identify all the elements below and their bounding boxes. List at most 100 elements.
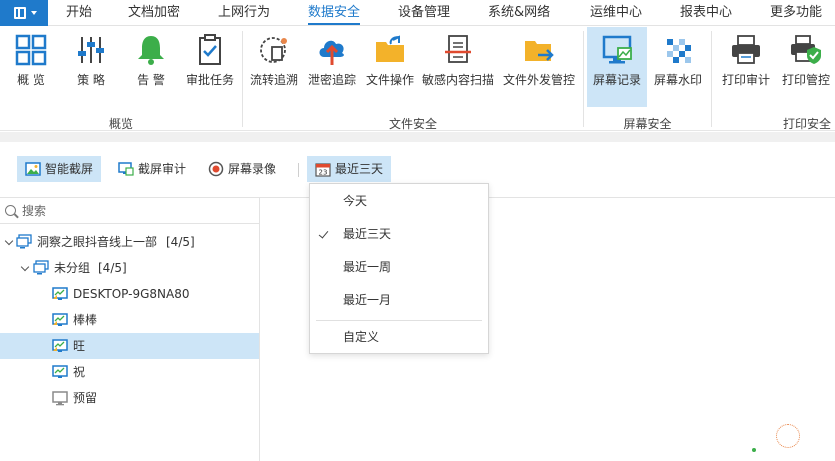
tree-node-group[interactable]: 未分组 [4/5] (0, 255, 259, 281)
picture-icon (25, 162, 41, 176)
overview-group-label: 概览 (108, 117, 133, 131)
tree-node-group-count: [4/5] (98, 261, 127, 275)
menu-tab-system-network[interactable]: 系统&网络 (488, 0, 550, 26)
offline-computer-icon (52, 391, 68, 406)
printer-shield-icon (791, 35, 821, 64)
menu-tab-device-management[interactable]: 设备管理 (398, 0, 450, 26)
online-computer-icon (52, 339, 68, 352)
tree-node-device[interactable]: DESKTOP-9G8NA80 (0, 281, 259, 307)
computer-group-icon (16, 234, 32, 249)
menu-bar: 开始 文档加密 上网行为 数据安全 设备管理 系统&网络 运维中心 报表中心 更… (0, 0, 835, 26)
online-computer-icon (52, 287, 68, 300)
ribbon-divider (711, 31, 712, 127)
chevron-down-icon[interactable] (20, 262, 30, 272)
ribbon-gap (0, 132, 835, 142)
tree-node-device[interactable]: 预留 (0, 385, 259, 411)
menu-tab-web-behavior[interactable]: 上网行为 (218, 0, 270, 26)
status-dot-icon (752, 448, 756, 452)
screen-record-toolbar: 智能截屏 截屏审计 屏幕录像 23 最近三天 (0, 150, 835, 186)
screen-recording-label: 屏幕录像 (228, 162, 277, 176)
tree-node-device-label: DESKTOP-9G8NA80 (73, 287, 190, 301)
date-option-label: 今天 (343, 194, 368, 208)
screen-watermark-tool[interactable]: 屏幕水印 (649, 27, 707, 107)
screen-record-tool-label: 屏幕记录 (592, 73, 641, 87)
date-option-label: 最近一周 (343, 260, 392, 274)
menu-tab-doc-encryption[interactable]: 文档加密 (128, 0, 180, 26)
file-operation-tool-label: 文件操作 (365, 73, 414, 87)
tree-node-root[interactable]: 洞察之眼抖音线上一部 [4/5] (0, 229, 259, 255)
chevron-down-icon[interactable] (4, 236, 14, 246)
caret-down-icon (31, 11, 37, 15)
menu-tab-ops-center[interactable]: 运维中心 (590, 0, 642, 26)
print-audit-tool-label: 打印审计 (721, 73, 770, 87)
approval-task-tool[interactable]: 审批任务 (182, 27, 238, 107)
watermark-icon (667, 39, 691, 63)
menu-tab-start[interactable]: 开始 (66, 0, 92, 26)
leak-trace-tool[interactable]: 泄密追踪 (304, 27, 360, 107)
date-option-last-month[interactable]: 最近一月 (310, 284, 488, 317)
file-operation-tool[interactable]: 文件操作 (362, 27, 418, 107)
menu-tab-report-center[interactable]: 报表中心 (680, 0, 732, 26)
date-range-label: 最近三天 (335, 162, 384, 176)
print-security-group-label: 打印安全 (782, 117, 831, 131)
record-icon (208, 161, 224, 177)
app-menu-icon (14, 7, 26, 19)
tree-node-group-label: 未分组 (54, 261, 91, 275)
date-option-today[interactable]: 今天 (310, 185, 488, 218)
file-outbound-control-tool[interactable]: 文件外发管控 (498, 27, 580, 107)
smart-screenshot-label: 智能截屏 (45, 162, 94, 176)
print-audit-tool[interactable]: 打印审计 (716, 27, 776, 107)
tree-node-root-label: 洞察之眼抖音线上一部 (37, 235, 158, 249)
loading-spinner-icon (776, 424, 800, 448)
date-option-label: 最近三天 (343, 227, 392, 241)
flow-trace-tool[interactable]: 流转追溯 (246, 27, 302, 107)
date-option-label: 最近一月 (343, 293, 392, 307)
tree-node-device-label: 棒棒 (73, 313, 98, 327)
date-option-last-week[interactable]: 最近一周 (310, 251, 488, 284)
tree-node-device[interactable]: 祝 (0, 359, 259, 385)
smart-screenshot-button[interactable]: 智能截屏 (17, 156, 102, 182)
toolbar-divider (298, 163, 299, 177)
alert-tool-label: 告 警 (137, 73, 165, 87)
date-range-button[interactable]: 23 最近三天 (307, 156, 392, 182)
folder-export-icon (525, 41, 554, 61)
sensitive-scan-tool[interactable]: 敏感内容扫描 (420, 27, 496, 107)
screenshot-audit-button[interactable]: 截屏审计 (110, 156, 194, 182)
ribbon-divider (242, 31, 243, 127)
file-security-group-label: 文件安全 (388, 117, 437, 131)
overview-tool-label: 概 览 (17, 73, 45, 87)
print-control-tool[interactable]: 打印管控 (778, 27, 834, 107)
alert-tool[interactable]: 告 警 (124, 27, 178, 107)
app-menu-button[interactable] (0, 0, 48, 26)
tree-node-root-count: [4/5] (166, 235, 195, 249)
online-computer-icon (52, 313, 68, 326)
date-option-custom[interactable]: 自定义 (310, 321, 488, 354)
ribbon: 概 览 策 略 告 警 审批任务 概览 流转追溯 泄密追踪 文件操作 敏感内容扫… (0, 27, 835, 131)
tree-node-device[interactable]: 棒棒 (0, 307, 259, 333)
policy-tool-label: 策 略 (77, 73, 105, 87)
tree-node-device-label: 旺 (73, 339, 86, 353)
printer-icon (732, 35, 760, 64)
screen-recording-button[interactable]: 屏幕录像 (200, 156, 284, 182)
date-range-dropdown: 今天 最近三天 最近一周 最近一月 自定义 (309, 183, 489, 354)
tree-node-device[interactable]: 旺 (0, 333, 259, 359)
tree-search-input[interactable] (22, 202, 247, 220)
sensitive-scan-tool-label: 敏感内容扫描 (421, 73, 494, 87)
screen-watermark-tool-label: 屏幕水印 (653, 73, 702, 87)
computer-group-icon (33, 260, 49, 275)
clipboard-check-icon (199, 34, 221, 65)
policy-tool[interactable]: 策 略 (64, 27, 118, 107)
approval-task-tool-label: 审批任务 (185, 73, 234, 87)
tree-search (0, 198, 259, 224)
ribbon-divider (583, 31, 584, 127)
checkmark-icon (318, 228, 329, 239)
menu-tab-data-security[interactable]: 数据安全 (308, 0, 361, 26)
date-option-label: 自定义 (343, 330, 380, 344)
date-option-last-three-days[interactable]: 最近三天 (310, 218, 488, 251)
overview-tool[interactable]: 概 览 (4, 27, 58, 107)
folder-icon (376, 35, 404, 62)
cloud-upload-icon (319, 40, 344, 65)
screenshot-audit-label: 截屏审计 (138, 162, 187, 176)
screen-record-tool[interactable]: 屏幕记录 (587, 27, 647, 107)
menu-tab-more[interactable]: 更多功能 (770, 0, 822, 26)
